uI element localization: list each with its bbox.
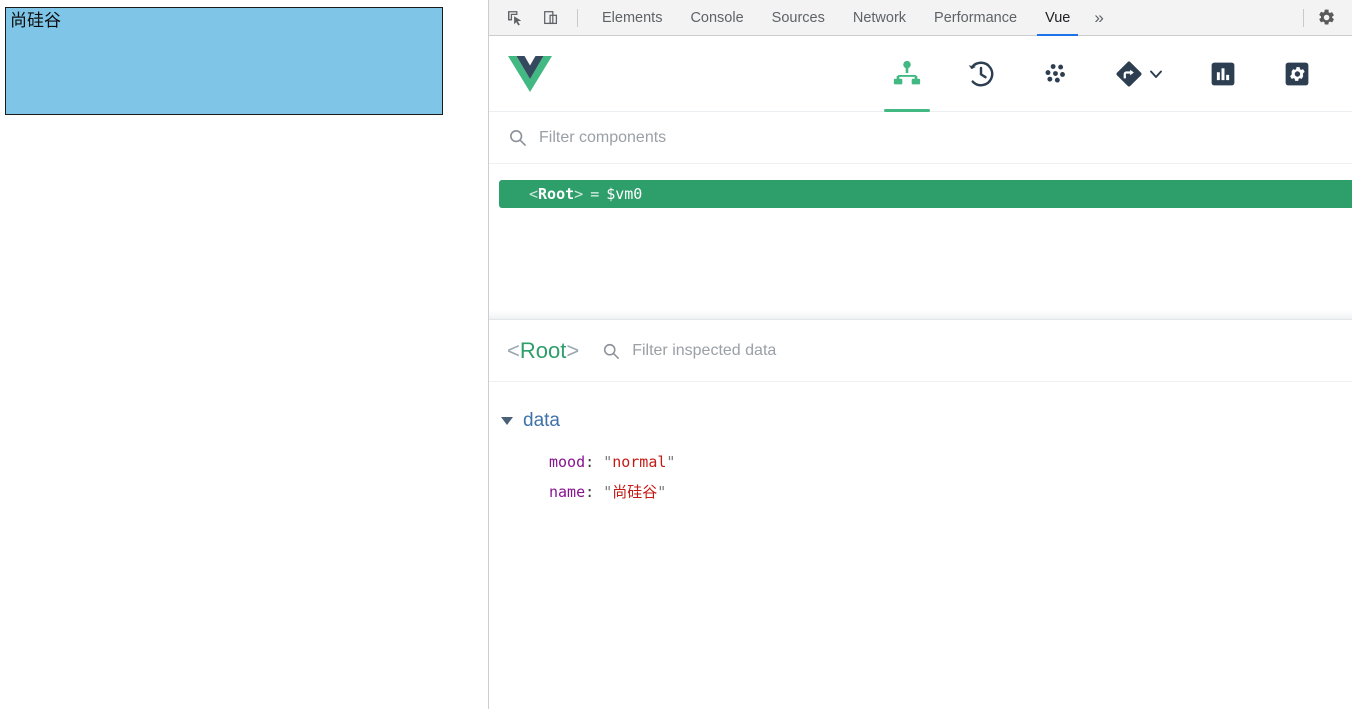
vue-tab-vuex[interactable]: [1018, 36, 1092, 112]
data-entry-mood[interactable]: mood: "normal": [489, 447, 1352, 477]
bar-chart-icon: [1211, 62, 1235, 85]
chevron-down-icon[interactable]: [1148, 66, 1164, 82]
search-icon: [601, 341, 620, 360]
tree-item-root[interactable]: < Root > = $vm0: [499, 180, 1352, 208]
filter-inspected-data-input[interactable]: [632, 341, 1063, 360]
devtools-settings-gear-icon[interactable]: [1314, 6, 1338, 30]
data-key: name: [549, 483, 586, 501]
tree-close-angle: >: [574, 185, 584, 203]
search-icon: [507, 128, 527, 148]
vuex-dots-icon: [1045, 63, 1065, 83]
vue-tab-timeline[interactable]: [944, 36, 1018, 112]
vue-logo-icon: [508, 54, 552, 94]
data-group-title: data: [523, 410, 560, 431]
data-colon: :: [585, 453, 595, 471]
data-quote-open: ": [603, 453, 613, 471]
inspector-open-angle: <: [507, 337, 520, 363]
demo-blue-box: 尚硅谷: [5, 7, 443, 115]
inspector-body: data mood: "normal" name: "尚硅谷": [489, 382, 1352, 702]
tab-console[interactable]: Console: [676, 0, 757, 36]
components-filter-bar: [489, 112, 1352, 164]
data-quote-close: ": [666, 453, 676, 471]
inspector-name-text: Root: [519, 337, 567, 363]
more-tabs-button[interactable]: »: [1084, 0, 1113, 36]
devtools-toolbar: Elements Console Sources Network Perform…: [489, 0, 1352, 36]
toolbar-divider-right: [1303, 8, 1304, 27]
triangle-down-icon[interactable]: [501, 417, 513, 425]
tab-vue[interactable]: Vue: [1031, 0, 1084, 36]
toolbar-divider: [577, 8, 578, 27]
vue-tab-settings[interactable]: [1260, 36, 1334, 112]
device-toolbar-icon[interactable]: [537, 4, 565, 32]
data-quote-close: ": [657, 483, 667, 501]
vue-devtools-header: [489, 36, 1352, 112]
data-group-header[interactable]: data: [489, 408, 1352, 434]
tab-sources[interactable]: Sources: [758, 0, 839, 36]
component-tree-icon: [893, 60, 921, 84]
vue-tab-performance[interactable]: [1186, 36, 1260, 112]
data-colon: :: [585, 483, 595, 501]
panel-splitter[interactable]: [489, 310, 1352, 320]
tab-network[interactable]: Network: [839, 0, 920, 36]
demo-box-text: 尚硅谷: [10, 11, 61, 31]
filter-components-input[interactable]: [539, 128, 959, 147]
vue-tab-components[interactable]: [870, 36, 944, 112]
tree-open-angle: <: [529, 185, 539, 203]
component-tree-panel: < Root > = $vm0: [489, 164, 1352, 310]
data-value: normal: [612, 453, 667, 471]
inspector-header: <Root>: [489, 320, 1352, 382]
inspector-close-angle: >: [566, 337, 580, 363]
router-diamond-icon: [1116, 61, 1142, 86]
data-key: mood: [549, 453, 586, 471]
gear-icon: [1285, 62, 1309, 85]
data-entries: mood: "normal" name: "尚硅谷": [489, 447, 1352, 507]
tree-equals-sign: =: [590, 185, 600, 203]
data-value: 尚硅谷: [612, 483, 658, 501]
tree-instance-ref: $vm0: [606, 185, 643, 203]
tab-elements[interactable]: Elements: [588, 0, 676, 36]
history-clock-icon: [968, 61, 994, 86]
inspect-element-icon[interactable]: [501, 4, 529, 32]
web-page-viewport: 尚硅谷: [0, 0, 488, 709]
screen: 尚硅谷 Elements Console Sources Network Per…: [0, 0, 1352, 709]
vue-tab-routing[interactable]: [1092, 36, 1186, 112]
tree-component-name: Root: [538, 185, 575, 203]
data-entry-name[interactable]: name: "尚硅谷": [489, 477, 1352, 507]
inspected-component-name: <Root>: [507, 338, 579, 364]
devtools-panel: Elements Console Sources Network Perform…: [488, 0, 1352, 709]
tab-performance[interactable]: Performance: [920, 0, 1031, 36]
data-quote-open: ": [603, 483, 613, 501]
